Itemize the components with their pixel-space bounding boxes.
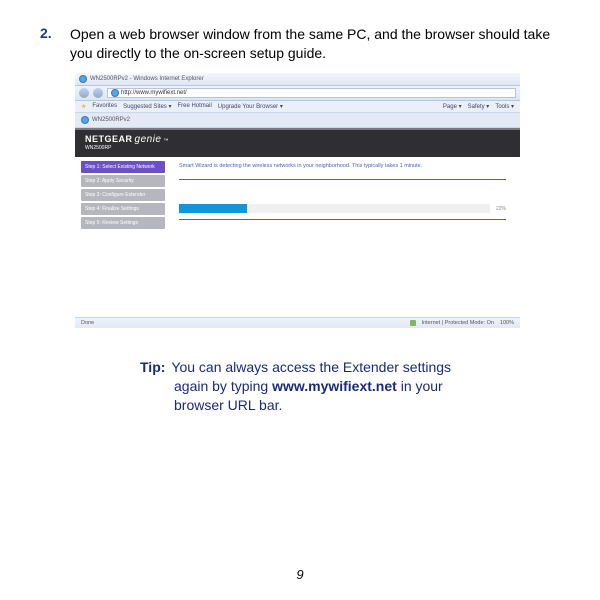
status-zoom: 100% bbox=[500, 320, 514, 326]
wizard-nav: Step 1: Select Existing Network Step 2: … bbox=[75, 157, 165, 317]
brand-model: WN2500RP bbox=[85, 145, 510, 151]
tab-bar: WN2500RPv2 bbox=[75, 113, 520, 128]
address-url: http://www.mywifiext.net/ bbox=[121, 90, 187, 96]
wizard-main: Smart Wizard is detecting the wireless n… bbox=[165, 157, 520, 317]
tab-icon bbox=[81, 116, 89, 124]
ie-icon bbox=[79, 75, 87, 83]
status-mode: Internet | Protected Mode: On bbox=[422, 320, 494, 326]
tab-title[interactable]: WN2500RPv2 bbox=[92, 117, 130, 123]
brand-bar: NETGEAR genie ™ WN2500RP bbox=[75, 128, 520, 157]
favorites-bar: ★ Favorites Suggested Sites ▾ Free Hotma… bbox=[75, 101, 520, 113]
status-left: Done bbox=[81, 320, 94, 326]
progress-fill bbox=[179, 204, 247, 213]
brand-genie: genie bbox=[135, 134, 162, 145]
brand-name: NETGEAR bbox=[85, 134, 133, 144]
address-bar-row: http://www.mywifiext.net/ bbox=[75, 86, 520, 101]
tip-line-1: You can always access the Extender setti… bbox=[171, 358, 451, 377]
tip-line-3: browser URL bar. bbox=[174, 396, 480, 415]
tip-block: Tip: You can always access the Extender … bbox=[140, 358, 480, 415]
back-button[interactable] bbox=[79, 88, 89, 98]
shield-icon bbox=[410, 320, 416, 326]
site-icon bbox=[111, 89, 119, 97]
tip-line-2b: in your bbox=[397, 378, 443, 394]
window-titlebar: WN2500RPv2 - Windows Internet Explorer bbox=[75, 73, 520, 86]
progress-percent: 22% bbox=[496, 206, 506, 212]
upgrade-browser-link[interactable]: Upgrade Your Browser ▾ bbox=[218, 103, 283, 110]
star-icon[interactable]: ★ bbox=[81, 103, 86, 110]
wizard-step-1[interactable]: Step 1: Select Existing Network bbox=[81, 161, 165, 173]
address-field[interactable]: http://www.mywifiext.net/ bbox=[107, 88, 516, 98]
tip-label: Tip: bbox=[140, 358, 165, 377]
progress-bar bbox=[179, 204, 490, 213]
genie-page: NETGEAR genie ™ WN2500RP Step 1: Select … bbox=[75, 128, 520, 317]
tip-line-2a: again by typing bbox=[174, 378, 272, 394]
forward-button[interactable] bbox=[93, 88, 103, 98]
wizard-step-5[interactable]: Step 5: Review Settings bbox=[81, 217, 165, 229]
step-number: 2. bbox=[40, 25, 70, 63]
tools-menu[interactable]: Tools ▾ bbox=[495, 103, 514, 110]
status-bar: Done Internet | Protected Mode: On 100% bbox=[75, 317, 520, 328]
detect-message: Smart Wizard is detecting the wireless n… bbox=[179, 163, 506, 170]
safety-menu[interactable]: Safety ▾ bbox=[468, 103, 490, 110]
divider bbox=[179, 219, 506, 220]
brand-tm: ™ bbox=[163, 138, 169, 144]
step-text: Open a web browser window from the same … bbox=[70, 25, 560, 63]
instruction-step: 2. Open a web browser window from the sa… bbox=[0, 0, 600, 73]
page-menu[interactable]: Page ▾ bbox=[443, 103, 462, 110]
browser-window: WN2500RPv2 - Windows Internet Explorer h… bbox=[75, 73, 520, 328]
favorites-label[interactable]: Favorites bbox=[92, 103, 117, 109]
tip-url: www.mywifiext.net bbox=[272, 378, 397, 394]
wizard-step-3[interactable]: Step 3: Configure Extender bbox=[81, 189, 165, 201]
suggested-sites-link[interactable]: Suggested Sites ▾ bbox=[123, 103, 171, 110]
wizard-step-4[interactable]: Step 4: Finalize Settings bbox=[81, 203, 165, 215]
wizard-step-2[interactable]: Step 2: Apply Security bbox=[81, 175, 165, 187]
window-title: WN2500RPv2 - Windows Internet Explorer bbox=[90, 76, 204, 82]
divider bbox=[179, 179, 506, 180]
page-number: 9 bbox=[0, 567, 600, 582]
page-viewport: NETGEAR genie ™ WN2500RP Step 1: Select … bbox=[75, 128, 520, 317]
free-hotmail-link[interactable]: Free Hotmail bbox=[177, 103, 211, 109]
embedded-screenshot: WN2500RPv2 - Windows Internet Explorer h… bbox=[75, 73, 520, 328]
